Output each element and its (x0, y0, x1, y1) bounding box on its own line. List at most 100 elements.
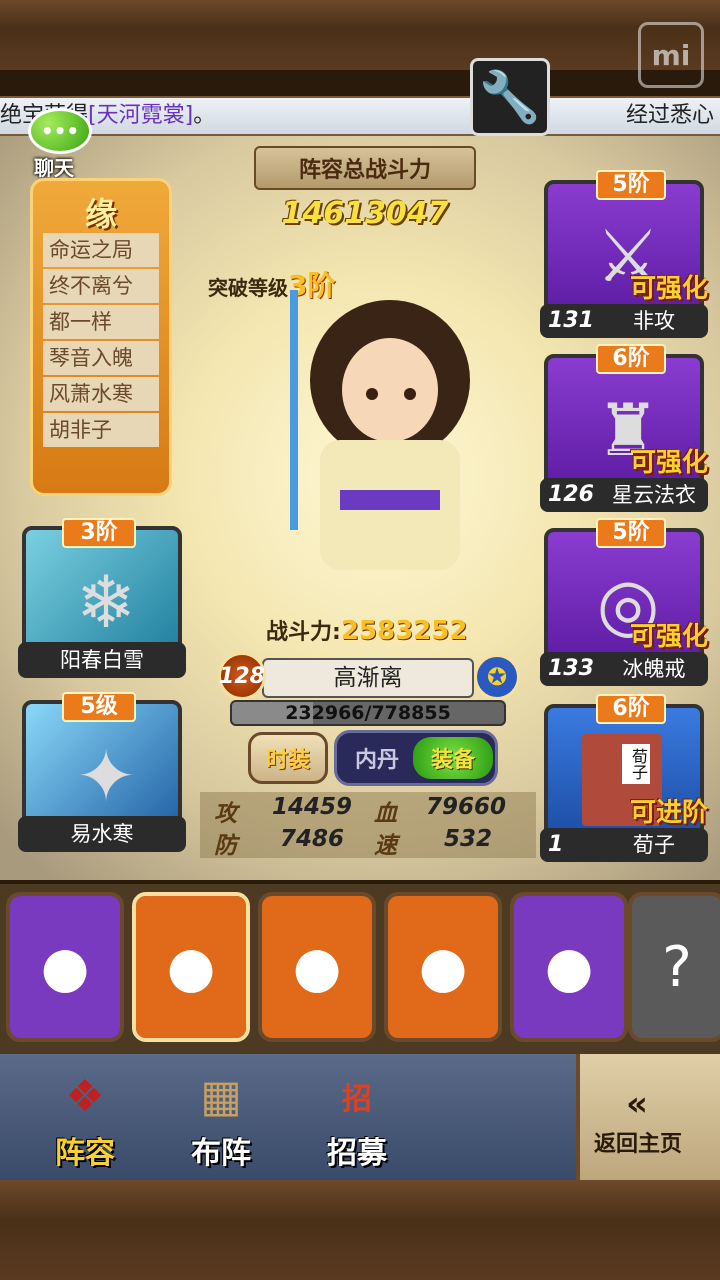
defense-value: 7486 (280, 826, 345, 852)
settings-wrench-button[interactable]: 🔧 (470, 58, 550, 136)
fate-item[interactable]: 琴音入魄 (43, 341, 159, 375)
defense-label: 防 (214, 833, 237, 859)
hero-name: 高渐离 (262, 658, 474, 698)
hero-card[interactable]: ● (510, 892, 628, 1042)
board-icon: ▦ (200, 1070, 242, 1122)
blue-hair-hero-icon: ● (262, 896, 372, 1038)
equip-level: 133 (548, 656, 594, 681)
chat-bubble-icon: ••• (28, 108, 92, 154)
equip-badge: 6阶 (596, 694, 666, 724)
hero-level-badge: 128 (218, 652, 266, 700)
wrench-icon: 🔧 (478, 67, 542, 126)
equip-level: 131 (548, 308, 594, 333)
bottom-wood-frame (0, 1180, 720, 1280)
total-power-value: 14613047 (281, 196, 449, 231)
fight-power-value: 2583252 (340, 616, 468, 646)
skill-name: 易水寒 (18, 816, 186, 852)
hero-card[interactable]: ● (6, 892, 124, 1042)
mi-logo-icon: mi (638, 22, 704, 88)
equip-badge: 6阶 (596, 344, 666, 374)
upgrade-label: 可强化 (629, 448, 708, 478)
hp-label: 血 (374, 801, 397, 827)
equip-tab-group: 内丹 装备 (334, 730, 498, 786)
snowflake-icon: ❄ (75, 560, 137, 644)
equip-slot-weapon[interactable]: ⚔ 5阶 可强化 131 非攻 (540, 170, 708, 340)
locked-hero-icon: ? (632, 896, 720, 1038)
equip-name-bar: 1 荀子 (540, 828, 708, 862)
double-chevron-left-icon: « (626, 1084, 648, 1124)
hero-card[interactable]: ● (258, 892, 376, 1042)
equip-slot-book[interactable]: 荀子 6阶 可进阶 1 荀子 (540, 694, 708, 864)
equip-slot-ring[interactable]: ◎ 5阶 可强化 133 冰魄戒 (540, 518, 708, 688)
skill-slot-yishui[interactable]: ✦ 5级 易水寒 (18, 692, 186, 862)
hero-card-locked[interactable]: ? (628, 892, 720, 1042)
equip-badge: 5阶 (596, 170, 666, 200)
skill-name: 阳春白雪 (18, 642, 186, 678)
flag-icon: 招 (322, 1064, 392, 1128)
recruit-flag-text: 招 (342, 1082, 372, 1117)
equip-name: 荀子 (633, 833, 675, 857)
shield-icon[interactable]: ✪ (474, 654, 520, 700)
fate-item[interactable]: 风萧水寒 (43, 377, 159, 411)
hero-fight-power: 战斗力:2583252 (266, 614, 467, 646)
equip-name-bar: 126 星云法衣 (540, 478, 708, 512)
white-hair-hero-icon: ● (514, 896, 624, 1038)
announcement-marquee: 绝宝获得[天河霓裳]。 经过悉心 (0, 96, 720, 136)
hero-stats: 攻 14459 血 79660 防 7486 速 532 (200, 792, 536, 859)
hero-card[interactable]: ● (384, 892, 502, 1042)
advance-label: 可进阶 (629, 798, 708, 828)
nav-lineup[interactable]: ❖ 阵容 (30, 1064, 140, 1174)
nav-formation-label: 布阵 (191, 1136, 251, 1171)
marquee-tail: 。 (193, 103, 216, 128)
nav-recruit[interactable]: 招 招募 (302, 1064, 412, 1174)
fate-title: 缘 (84, 195, 117, 233)
book-title: 荀子 (622, 744, 650, 784)
lineup-icon: ❖ (65, 1070, 105, 1122)
skill-badge: 3阶 (62, 518, 136, 548)
equip-badge: 5阶 (596, 518, 666, 548)
chat-button[interactable]: ••• 聊天 (4, 108, 94, 180)
exp-text: 232966/778855 (285, 702, 451, 724)
hero-card-selected[interactable]: ● (132, 892, 250, 1042)
equip-name-bar: 133 冰魄戒 (540, 652, 708, 686)
tab-neidan[interactable]: 内丹 (341, 737, 413, 779)
fate-item[interactable]: 胡非子 (43, 413, 159, 447)
hero-roster-strip: ● ● ● ● ● ? (0, 884, 720, 1054)
crystal-lightning-icon: ✦ (75, 734, 137, 818)
equip-name: 冰魄戒 (622, 657, 686, 681)
hero-figure-icon (290, 290, 470, 570)
tab-equipment[interactable]: 装备 (413, 737, 493, 779)
equip-level: 1 (548, 832, 564, 857)
upgrade-label: 可强化 (629, 622, 708, 652)
brown-hair-hero-icon: ● (136, 896, 246, 1038)
hero-portrait[interactable] (260, 290, 500, 590)
purple-hair-hero-icon: ● (10, 896, 120, 1038)
equip-name-bar: 131 非攻 (540, 304, 708, 338)
fate-panel: 缘 命运之局 终不离兮 都一样 琴音入魄 风萧水寒 胡非子 (30, 178, 172, 496)
skill-slot-spring-snow[interactable]: ❄ 3阶 阳春白雪 (18, 518, 186, 688)
speed-label: 速 (374, 833, 397, 859)
equip-name: 非攻 (633, 309, 675, 333)
nav-lineup-label: 阵容 (55, 1136, 115, 1171)
fight-power-label: 战斗力: (266, 620, 341, 645)
back-home-button[interactable]: « 返回主页 (576, 1054, 720, 1180)
back-home-label: 返回主页 (594, 1132, 683, 1157)
equip-slot-armor[interactable]: ♜ 6阶 可强化 126 星云法衣 (540, 344, 708, 514)
upgrade-label: 可强化 (629, 274, 708, 304)
attack-value: 14459 (272, 794, 353, 820)
speed-value: 532 (444, 826, 493, 852)
nav-formation[interactable]: ▦ 布阵 (166, 1064, 276, 1174)
fate-item[interactable]: 命运之局 (43, 233, 159, 267)
equip-name: 星云法衣 (612, 483, 696, 507)
marquee-next: 经过悉心 (626, 103, 715, 128)
marquee-item: [天河霓裳] (88, 103, 194, 128)
fate-item[interactable]: 都一样 (43, 305, 159, 339)
fate-item[interactable]: 终不离兮 (43, 269, 159, 303)
top-wood-frame (0, 0, 720, 70)
fashion-button[interactable]: 时装 (248, 732, 328, 784)
chat-label: 聊天 (34, 156, 74, 180)
total-power-title: 阵容总战斗力 (254, 146, 476, 190)
exp-bar: 232966/778855 (230, 700, 506, 726)
bearded-hero-icon: ● (388, 896, 498, 1038)
skill-badge: 5级 (62, 692, 136, 722)
